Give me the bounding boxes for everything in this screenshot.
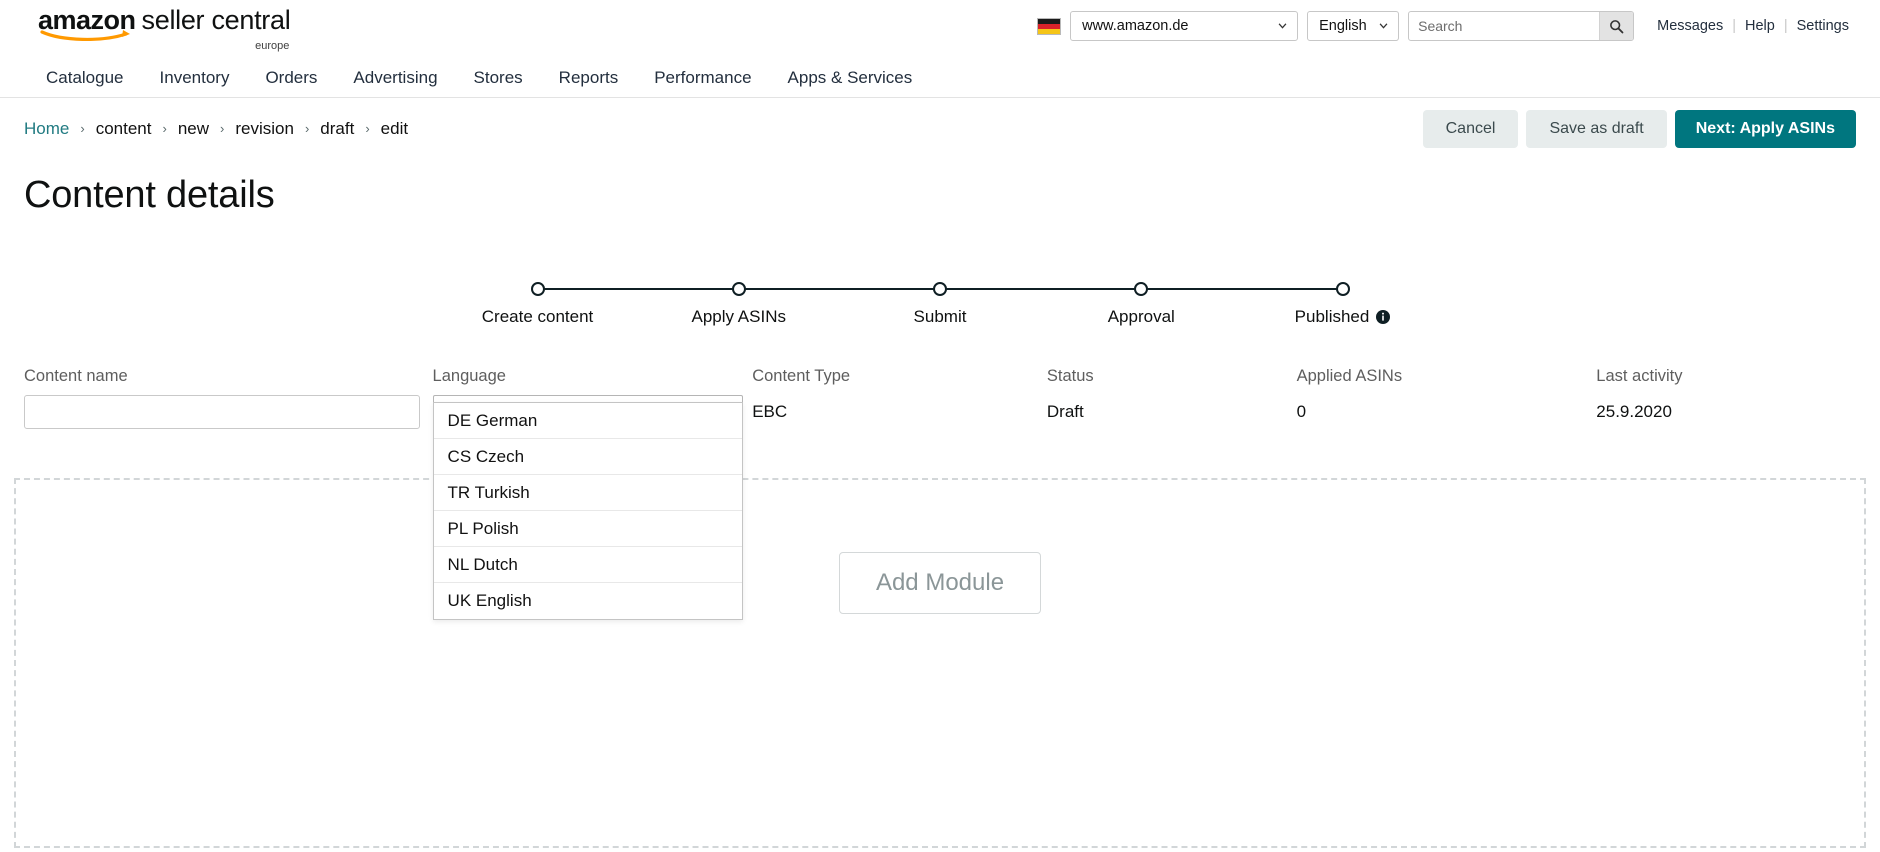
- field-last-activity: Last activity 25.9.2020: [1596, 367, 1856, 429]
- field-language: Language DE German CS Czech TR Turkish P…: [432, 367, 753, 620]
- chevron-down-icon: [1379, 23, 1388, 29]
- step-submit[interactable]: Submit: [914, 279, 966, 327]
- field-content-type: Content Type EBC: [752, 367, 1047, 429]
- nav-item-reports[interactable]: Reports: [541, 68, 637, 88]
- content-type-label: Content Type: [752, 367, 851, 385]
- main-navigation: Catalogue Inventory Orders Advertising S…: [0, 58, 1880, 98]
- breadcrumb-item-draft[interactable]: draft: [320, 119, 354, 139]
- language-dropdown-menu: DE German CS Czech TR Turkish PL Polish …: [432, 402, 743, 620]
- help-link[interactable]: Help: [1736, 18, 1784, 34]
- page-actions: Cancel Save as draft Next: Apply ASINs: [1422, 110, 1856, 148]
- language-option-tr-turkish[interactable]: TR Turkish: [433, 475, 742, 511]
- step-approval[interactable]: Approval: [1108, 279, 1175, 327]
- progress-stepper: Create content Apply ASINs Submit Approv…: [482, 279, 1391, 341]
- language-option-uk-english[interactable]: UK English: [434, 583, 742, 619]
- breadcrumb-separator-icon: ›: [304, 120, 310, 136]
- nav-item-performance[interactable]: Performance: [636, 68, 769, 88]
- top-bar-controls: www.amazon.de English Messages | Hel: [1037, 11, 1858, 41]
- step-marker-icon: [731, 282, 746, 296]
- last-activity-label: Last activity: [1596, 367, 1683, 385]
- step-label-submit: Submit: [913, 307, 967, 326]
- breadcrumb-separator-icon: ›: [162, 120, 167, 136]
- marketplace-select[interactable]: www.amazon.de: [1070, 11, 1299, 41]
- step-marker-icon: [1134, 282, 1149, 296]
- step-marker-icon: [530, 282, 545, 296]
- save-as-draft-button[interactable]: Save as draft: [1526, 110, 1667, 148]
- content-type-value: EBC: [752, 402, 788, 421]
- chevron-down-icon: [1278, 23, 1287, 29]
- german-flag-icon: [1037, 17, 1062, 35]
- top-bar: amazon seller central europe www.amazon.…: [0, 0, 1880, 58]
- content-name-label: Content name: [24, 367, 128, 385]
- search-box: [1408, 11, 1635, 41]
- last-activity-value: 25.9.2020: [1596, 402, 1672, 421]
- status-value: Draft: [1046, 402, 1084, 421]
- step-apply-asins[interactable]: Apply ASINs: [692, 279, 786, 327]
- status-label: Status: [1046, 367, 1094, 385]
- nav-item-stores[interactable]: Stores: [456, 68, 541, 88]
- breadcrumb: Home › content › new › revision › draft …: [24, 119, 408, 139]
- add-module-button[interactable]: Add Module: [839, 552, 1041, 614]
- breadcrumb-separator-icon: ›: [80, 120, 85, 136]
- search-input[interactable]: [1409, 12, 1600, 40]
- breadcrumb-action-row: Home › content › new › revision › draft …: [0, 98, 1880, 160]
- language-label: Language: [432, 367, 506, 385]
- nav-item-apps-services[interactable]: Apps & Services: [770, 68, 931, 88]
- field-content-name: Content name: [24, 367, 433, 429]
- module-drop-area: Add Module: [14, 478, 1866, 848]
- field-applied-asins: Applied ASINs 0: [1297, 367, 1597, 429]
- applied-asins-value: 0: [1296, 402, 1307, 421]
- language-option-nl-dutch[interactable]: NL Dutch: [433, 547, 742, 583]
- breadcrumb-item-revision[interactable]: revision: [235, 119, 294, 139]
- language-option-cs-czech[interactable]: CS Czech: [433, 439, 742, 475]
- interface-language-select[interactable]: English: [1307, 11, 1400, 41]
- nav-item-catalogue[interactable]: Catalogue: [24, 68, 142, 88]
- language-option-pl-polish[interactable]: PL Polish: [433, 511, 742, 547]
- amazon-seller-central-logo[interactable]: amazon seller central europe: [38, 4, 291, 52]
- step-create-content[interactable]: Create content: [482, 279, 593, 327]
- nav-item-orders[interactable]: Orders: [247, 68, 335, 88]
- breadcrumb-separator-icon: ›: [220, 120, 225, 136]
- content-name-input[interactable]: [24, 395, 420, 429]
- interface-language-value: English: [1319, 18, 1367, 34]
- breadcrumb-home[interactable]: Home: [24, 119, 69, 139]
- nav-item-inventory[interactable]: Inventory: [142, 68, 248, 88]
- settings-link[interactable]: Settings: [1788, 18, 1858, 34]
- content-details-fields: Content name Language DE German CS Czech…: [0, 367, 1880, 620]
- breadcrumb-item-new[interactable]: new: [178, 119, 209, 139]
- page-title: Content details: [24, 174, 275, 216]
- step-marker-icon: [1335, 282, 1350, 296]
- search-icon: [1610, 19, 1624, 33]
- next-apply-asins-button[interactable]: Next: Apply ASINs: [1674, 110, 1856, 148]
- step-published[interactable]: Published: [1295, 279, 1391, 327]
- messages-link[interactable]: Messages: [1648, 18, 1732, 34]
- amazon-smile-icon: [38, 29, 163, 41]
- step-label-create-content: Create content: [481, 307, 594, 326]
- step-label-apply-asins: Apply ASINs: [691, 307, 787, 326]
- info-icon[interactable]: [1376, 310, 1391, 324]
- logo-seller-central-text: seller central: [141, 4, 291, 35]
- step-label-approval: Approval: [1107, 307, 1175, 326]
- logo-region-text: europe: [255, 39, 290, 52]
- applied-asins-label: Applied ASINs: [1296, 367, 1403, 385]
- step-marker-icon: [933, 282, 947, 296]
- breadcrumb-separator-icon: ›: [365, 120, 370, 136]
- field-status: Status Draft: [1047, 367, 1297, 429]
- breadcrumb-item-edit[interactable]: edit: [381, 119, 408, 139]
- stepper-steps: Create content Apply ASINs Submit Approv…: [482, 279, 1391, 327]
- breadcrumb-item-content[interactable]: content: [96, 119, 152, 139]
- top-bar-links: Messages | Help | Settings: [1648, 18, 1858, 34]
- marketplace-select-value: www.amazon.de: [1082, 18, 1189, 34]
- cancel-button[interactable]: Cancel: [1422, 110, 1519, 148]
- search-button[interactable]: [1599, 12, 1634, 40]
- language-option-de-german[interactable]: DE German: [433, 403, 742, 439]
- step-label-published: Published: [1294, 307, 1370, 326]
- nav-item-advertising[interactable]: Advertising: [335, 68, 455, 88]
